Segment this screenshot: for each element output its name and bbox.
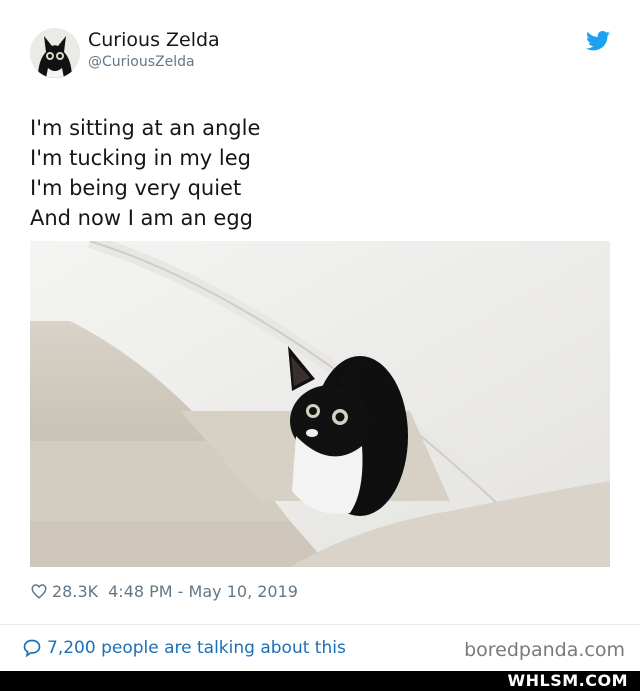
tweet-line: I'm tucking in my leg <box>30 146 251 170</box>
talking-text: 7,200 people are talking about this <box>47 638 346 658</box>
tweet-line: And now I am an egg <box>30 206 253 230</box>
watermark: WHLSM.COM <box>507 671 628 690</box>
tweet-meta: 28.3K 4:48 PM - May 10, 2019 <box>30 580 298 602</box>
heart-icon[interactable] <box>30 582 48 600</box>
tweet-line: I'm sitting at an angle <box>30 116 261 140</box>
tweet-photo[interactable] <box>30 241 610 567</box>
twitter-bird-icon[interactable] <box>586 31 610 51</box>
avatar[interactable] <box>30 28 80 78</box>
speech-bubble-icon <box>23 639 41 658</box>
like-count[interactable]: 28.3K <box>52 582 98 601</box>
talking-link[interactable]: 7,200 people are talking about this <box>22 636 346 660</box>
watermark-bar: WHLSM.COM <box>0 671 640 691</box>
source-credit: boredpanda.com <box>464 639 625 661</box>
tweet-line: I'm being very quiet <box>30 176 242 200</box>
user-name[interactable]: Curious Zelda <box>88 29 220 51</box>
tweet-card: Curious Zelda @CuriousZelda I'm sitting … <box>0 0 640 671</box>
tweet-timestamp[interactable]: 4:48 PM - May 10, 2019 <box>108 582 298 601</box>
divider <box>0 624 640 625</box>
user-handle[interactable]: @CuriousZelda <box>88 54 195 70</box>
tweet-text: I'm sitting at an angle I'm tucking in m… <box>30 113 260 233</box>
